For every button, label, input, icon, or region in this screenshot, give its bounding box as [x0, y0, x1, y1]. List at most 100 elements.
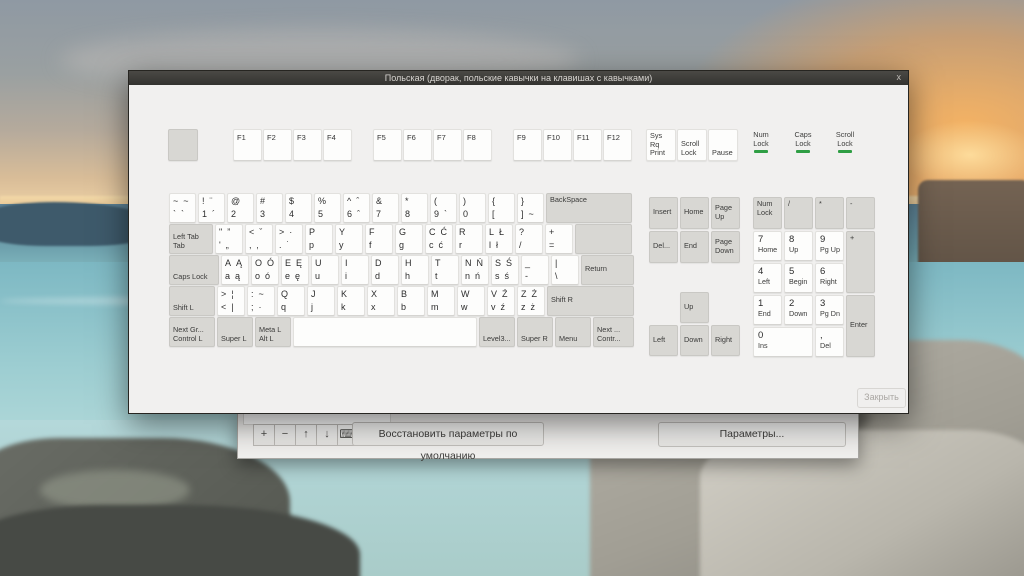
led-bar — [754, 150, 768, 153]
key-glyph: f — [369, 240, 372, 250]
key-glyph: Z — [521, 289, 527, 299]
key-key: _ - — [521, 255, 549, 285]
close-dialog-button[interactable]: Закрыть — [857, 388, 906, 408]
key-top-line: Q — [278, 289, 304, 299]
remove-layout-button[interactable]: − — [274, 424, 296, 446]
key-glyph: < — [249, 227, 255, 237]
key-top-line: & — [373, 196, 398, 206]
key-top-line: > · — [276, 227, 302, 237]
key-f6: F6 — [403, 129, 432, 161]
key-glyph: s — [495, 271, 500, 281]
key-backspace: BackSpace — [546, 193, 632, 223]
key-glyph: Alt L — [259, 333, 274, 343]
key-glyph: L — [489, 227, 495, 237]
key-glyph: Return — [585, 264, 607, 274]
key-bottom-line: 2 — [228, 209, 253, 219]
key-glyph: Right — [715, 334, 733, 344]
key-glyph: ś — [504, 271, 510, 281]
key-bottom-line: j — [308, 302, 334, 312]
key-key: ~ ~ ` ` — [169, 193, 196, 223]
key-glyph: Ż — [531, 289, 538, 299]
key-top-line: B — [398, 289, 424, 299]
key-glyph: 4 — [758, 266, 764, 277]
key-numpad-9: 9 Pg Up — [815, 231, 844, 261]
key-glyph: V — [491, 289, 498, 299]
key-bottom-line: ` ` — [170, 209, 195, 219]
key-glyph: i — [345, 271, 347, 281]
key-bottom-line: 8 — [402, 209, 427, 219]
layout-toolbar: + − ↑ ↓ ⌨ — [253, 424, 359, 446]
key-top-line: X — [368, 289, 394, 299]
key-9: (9 ` — [430, 193, 457, 223]
key-glyph: ˆ — [356, 196, 360, 206]
key-glyph: Enter — [850, 320, 868, 330]
key-glyph: ¨ — [209, 196, 213, 206]
key-h: Hh — [401, 255, 429, 285]
key-l: LŁlł — [485, 224, 513, 254]
key-1: ! ¨ 1 ´ — [198, 193, 225, 223]
restore-defaults-button[interactable]: Восстановить параметры по умолчанию — [352, 422, 544, 462]
key-glyph: D — [375, 258, 382, 268]
key-glyph: = — [549, 240, 555, 250]
move-layout-up-button[interactable]: ↑ — [295, 424, 317, 446]
key-label-line: Insert — [653, 208, 675, 217]
key-bottom-line: lł — [486, 240, 512, 250]
key-glyph: x — [371, 302, 376, 312]
numpad-function: Home — [758, 245, 781, 254]
key-4: $4 — [285, 193, 312, 223]
key-glyph: A — [225, 258, 232, 268]
key-bottom-line: 9 ` — [431, 209, 456, 219]
key-glyph: > — [221, 289, 227, 299]
key-f8: F8 — [463, 129, 492, 161]
key-top-line: > ¦ — [218, 289, 244, 299]
key-top-line: @ — [228, 196, 253, 206]
move-layout-down-button[interactable]: ↓ — [316, 424, 338, 446]
key-glyph: 5 — [318, 209, 324, 219]
key-glyph: X — [371, 289, 378, 299]
key-glyph: H — [405, 258, 412, 268]
key-glyph: \ — [555, 271, 558, 281]
key-bottom-line: eę — [282, 271, 308, 281]
add-layout-button[interactable]: + — [253, 424, 275, 446]
key-bottom-line: m — [428, 302, 454, 312]
key-glyph: 4 — [289, 209, 295, 219]
key-glyph: j — [311, 302, 313, 312]
key-glyph: C — [429, 227, 436, 237]
key-numpad-4: 4 Left — [753, 263, 782, 293]
options-button[interactable]: Параметры... — [658, 422, 846, 447]
key-top-line: VŹ — [488, 289, 514, 299]
key-glyph: 9 — [820, 234, 826, 245]
key-bottom-line: 6ˆ — [344, 209, 369, 219]
key-glyph: Sys Rq — [650, 131, 663, 149]
key-bottom-line: q — [278, 302, 304, 312]
key-glyph: F9 — [517, 133, 526, 142]
key-glyph: B — [401, 289, 408, 299]
key-glyph: l — [489, 240, 491, 250]
key-glyph: F — [369, 227, 375, 237]
key-bottom-line: r — [456, 240, 482, 250]
key-glyph: 9 — [434, 209, 440, 219]
key-key: | \ — [551, 255, 579, 285]
key-bottom-line: u — [312, 271, 338, 281]
key-glyph: 0 — [758, 330, 764, 341]
key-glyph: M — [431, 289, 439, 299]
key-f7: F7 — [433, 129, 462, 161]
key-label-line: Return — [585, 265, 631, 274]
key-glyph: Q — [281, 289, 289, 299]
key-top-line: < ˇ — [246, 227, 272, 237]
key-glyph: - — [850, 199, 853, 208]
key-shift-r: Shift R — [547, 286, 634, 316]
key-label-line: Contr... — [597, 334, 631, 344]
key-super-l: Super L — [217, 317, 253, 347]
key-v: VŹvź — [487, 286, 515, 316]
key-glyph: F6 — [407, 133, 416, 142]
key-glyph: * — [819, 199, 822, 208]
key-page: Page Down — [711, 231, 740, 263]
key-label-line: Menu — [559, 334, 588, 344]
key-label-line: Lock — [757, 208, 779, 218]
key-bottom-line: . ˙ — [276, 240, 302, 250]
numpad-function: Pg Up — [820, 245, 843, 254]
key-glyph: Pause — [712, 147, 733, 157]
key-label-line: Shift R — [551, 296, 631, 305]
key-label-line: Control L — [173, 334, 212, 344]
